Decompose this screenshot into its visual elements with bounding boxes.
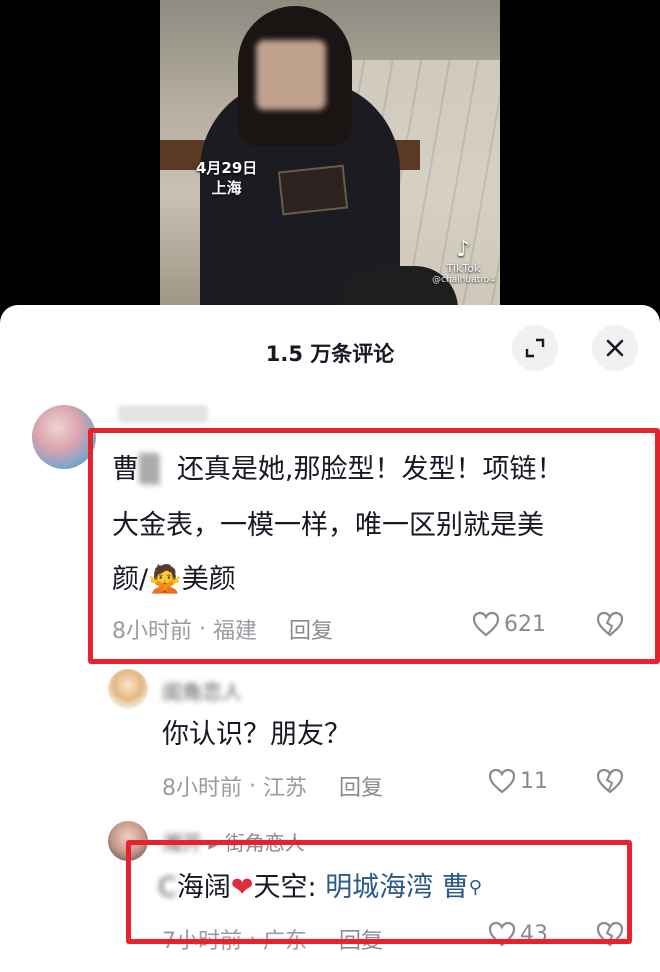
avatar[interactable] — [32, 405, 96, 469]
reply-region: 江苏 — [262, 776, 307, 801]
comment-count-title: 1.5 万条评论 — [265, 342, 395, 366]
expand-button[interactable] — [512, 325, 558, 371]
reply-text: 你认识？朋友？ — [162, 719, 351, 750]
video-date-overlay: 4月29日 上海 — [196, 158, 257, 198]
like-count: 11 — [520, 768, 548, 794]
username-blurred[interactable] — [118, 405, 208, 423]
dislike-button[interactable] — [596, 768, 624, 794]
sheet-header: 1.5 万条评论 — [0, 305, 660, 393]
video-date: 4月29日 — [196, 159, 258, 177]
video-tablet — [277, 164, 349, 216]
expand-icon — [525, 338, 545, 358]
reply-username[interactable]: 闺角恋人 — [162, 676, 242, 705]
tiktok-watermark: ♪ TikTok @chaihuatro4 — [432, 237, 495, 286]
tiktok-logo-icon: ♪ — [456, 237, 471, 262]
tiktok-handle: @chaihuatro4 — [432, 275, 495, 285]
heart-icon — [488, 768, 516, 794]
highlight-box — [88, 428, 660, 664]
highlight-box — [126, 840, 632, 944]
redacted-username: 闺角恋人 — [162, 680, 242, 704]
reply-meta: 8小时前 · 江苏 回复 — [162, 770, 383, 802]
reply-button[interactable]: 回复 — [339, 770, 383, 802]
video-location: 上海 — [211, 179, 242, 197]
reply-time: 8小时前 — [162, 776, 242, 801]
broken-heart-icon — [596, 768, 624, 794]
video-player[interactable]: 4月29日 上海 ♪ TikTok @chaihuatro4 — [0, 0, 660, 320]
close-icon — [606, 339, 624, 357]
tiktok-label: TikTok — [446, 262, 481, 275]
avatar[interactable] — [108, 669, 148, 709]
close-button[interactable] — [592, 325, 638, 371]
video-face-blurred — [256, 40, 326, 110]
like-button[interactable]: 11 — [488, 768, 548, 794]
comment-sheet: 1.5 万条评论 曹▒ 还真是她,那脸型！发型！项链！ 大金表，一模一样，唯一区… — [0, 305, 660, 972]
